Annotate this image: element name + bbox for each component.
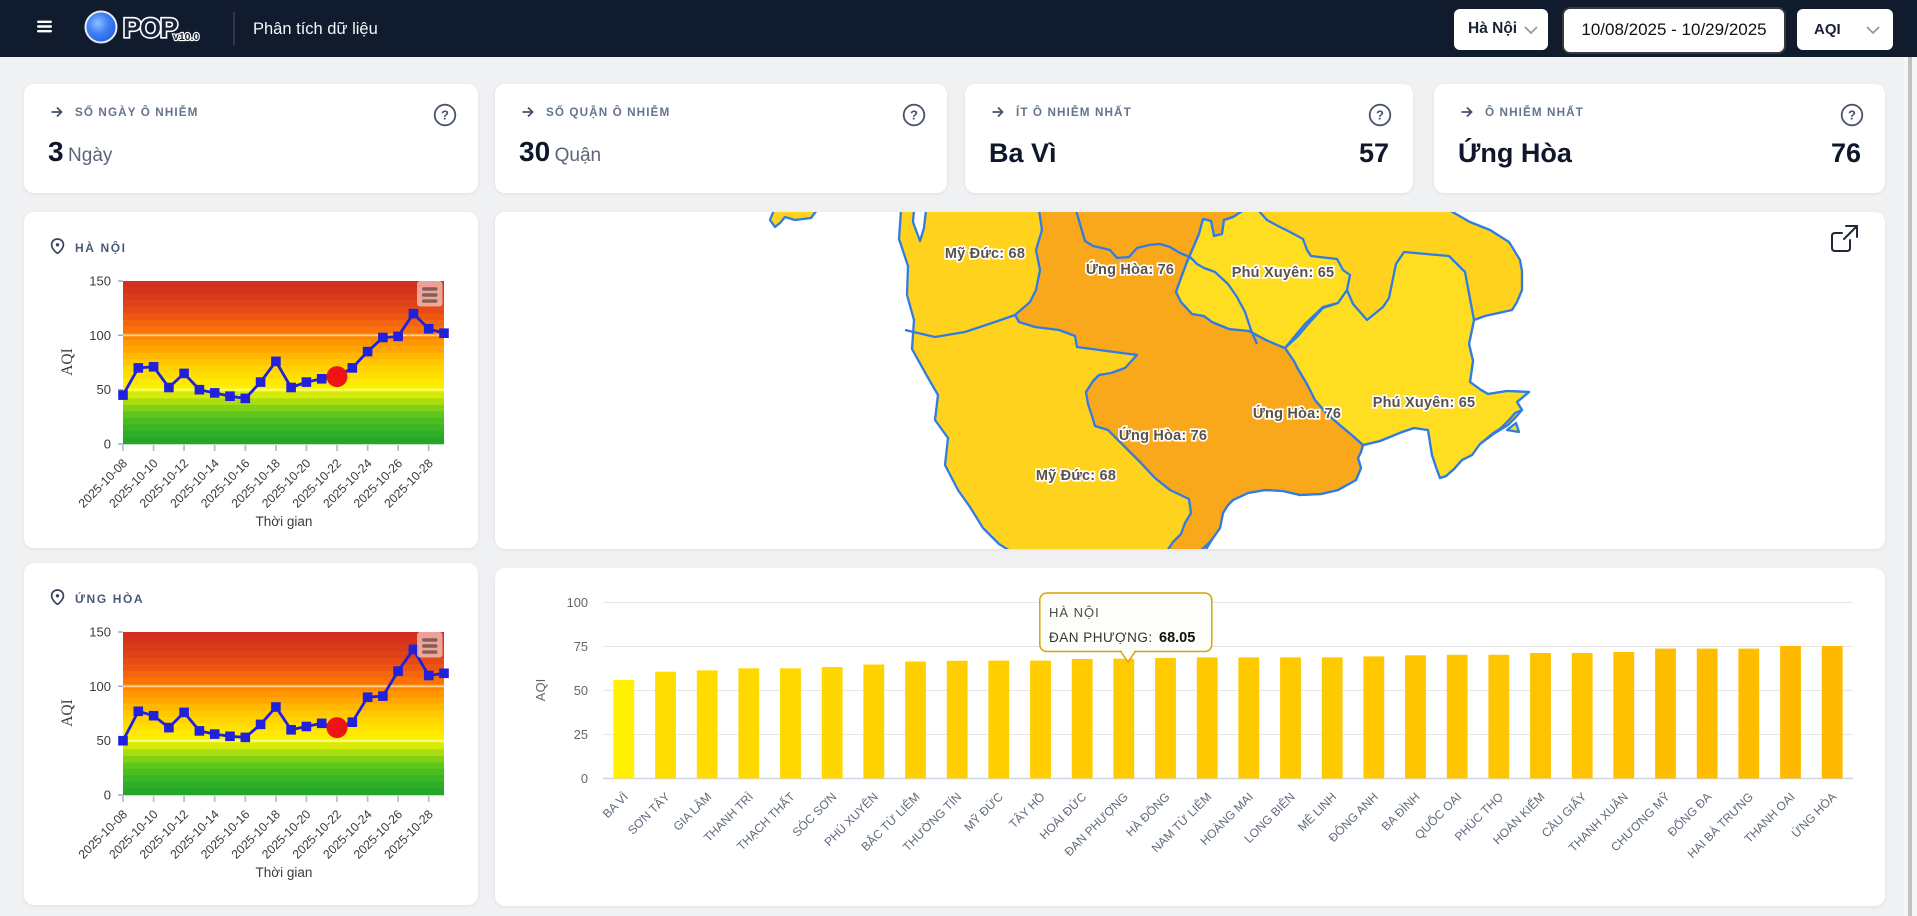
svg-text:100: 100	[89, 679, 111, 694]
svg-text:0: 0	[104, 437, 111, 452]
svg-text:Phú Xuyên: 65: Phú Xuyên: 65	[1373, 395, 1476, 411]
svg-text:SƠN TÂY: SƠN TÂY	[624, 789, 672, 837]
svg-text:POP: POP	[123, 13, 178, 43]
svg-text:TÂY HỒ: TÂY HỒ	[1006, 789, 1048, 831]
svg-text:25: 25	[574, 727, 588, 742]
svg-text:150: 150	[89, 274, 111, 289]
svg-text:Ứng Hòa: 76: Ứng Hòa: 76	[1119, 426, 1207, 444]
svg-text:ỨNG HÒA: ỨNG HÒA	[1788, 789, 1839, 840]
svg-text:50: 50	[97, 733, 111, 748]
svg-text:?: ?	[1376, 108, 1384, 123]
svg-text:AQI: AQI	[59, 348, 76, 376]
svg-text:50: 50	[574, 683, 588, 698]
svg-text:Mỹ Đức: 68: Mỹ Đức: 68	[945, 246, 1025, 262]
svg-text:HÀ NỘI: HÀ NỘI	[1049, 605, 1100, 620]
svg-text:100: 100	[89, 328, 111, 343]
svg-text:Phân tích dữ liệu: Phân tích dữ liệu	[253, 20, 378, 38]
svg-text:?: ?	[441, 108, 449, 123]
svg-text:Thời gian: Thời gian	[256, 514, 313, 529]
svg-text:0: 0	[581, 771, 588, 786]
svg-text:ĐAN PHƯỢNG:: ĐAN PHƯỢNG:	[1049, 630, 1153, 645]
svg-text:150: 150	[89, 625, 111, 640]
svg-text:AQI: AQI	[533, 679, 548, 701]
svg-text:Thời gian: Thời gian	[256, 865, 313, 880]
svg-text:BA VÌ: BA VÌ	[599, 789, 631, 821]
svg-text:50: 50	[97, 382, 111, 397]
svg-text:AQI: AQI	[59, 699, 76, 727]
svg-text:v10.0: v10.0	[173, 31, 199, 43]
svg-text:Phú Xuyên: 65: Phú Xuyên: 65	[1232, 265, 1335, 281]
svg-text:MỸ ĐỨC: MỸ ĐỨC	[961, 789, 1006, 834]
svg-text:?: ?	[910, 108, 918, 123]
svg-text:Mỹ Đức: 68: Mỹ Đức: 68	[1036, 468, 1116, 484]
svg-text:0: 0	[104, 788, 111, 803]
svg-text:Ứng Hòa: 76: Ứng Hòa: 76	[1086, 260, 1174, 278]
svg-text:100: 100	[567, 595, 588, 610]
svg-text:68.05: 68.05	[1159, 630, 1195, 646]
svg-text:75: 75	[574, 639, 588, 654]
svg-text:Ứng Hòa: 76: Ứng Hòa: 76	[1253, 404, 1341, 422]
svg-text:?: ?	[1848, 108, 1856, 123]
